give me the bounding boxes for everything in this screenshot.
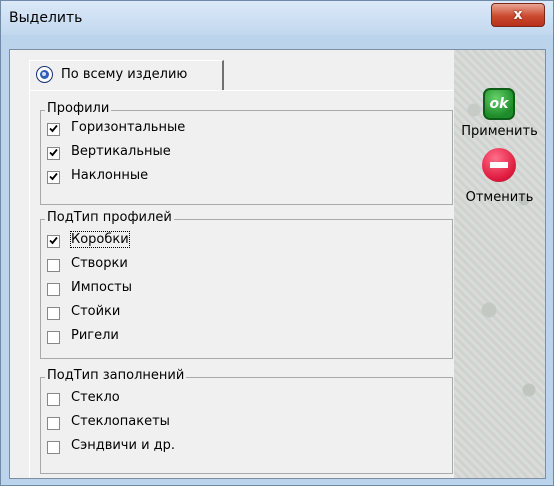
tab-label: По всему изделию [61, 67, 188, 82]
group-profiles-title: Профили [45, 101, 112, 116]
checkmark-icon [49, 124, 58, 133]
checkbox-box[interactable] [47, 393, 60, 406]
checkbox-box[interactable] [47, 235, 60, 248]
close-button[interactable]: x [491, 3, 545, 27]
checkbox-box[interactable] [47, 123, 60, 136]
title-bar: Выделить x [1, 1, 553, 35]
group-profile-subtypes-title: ПодТип профилей [45, 210, 174, 225]
checkbox-box[interactable] [47, 331, 60, 344]
tab-page: Профили Горизонтальные Вертикальные Накл… [29, 90, 454, 478]
cancel-button[interactable]: Отменить [454, 148, 545, 212]
group-profile-subtypes: ПодТип профилей Коробки Створки Импосты [40, 210, 453, 359]
window-title: Выделить [9, 10, 83, 26]
checkmark-icon [49, 148, 58, 157]
tab-strip: По всему изделию [10, 50, 454, 91]
checkbox-box[interactable] [47, 147, 60, 160]
checkbox-box[interactable] [47, 441, 60, 454]
apply-label: Применить [461, 124, 538, 139]
checkbox-label: Стеклопакеты [71, 414, 170, 429]
group-filling-subtypes-title: ПодТип заполнений [45, 368, 187, 383]
action-sidebar: ok Применить Отменить [454, 50, 545, 478]
cancel-icon [482, 148, 516, 182]
checkbox-box[interactable] [47, 417, 60, 430]
checkbox-box[interactable] [47, 259, 60, 272]
checkbox-label: Стекло [71, 390, 120, 405]
checkbox-label: Коробки [70, 231, 130, 248]
checkbox-label: Импосты [71, 280, 132, 295]
disc-icon [36, 66, 53, 83]
group-filling-subtypes: ПодТип заполнений Стекло Стеклопакеты Сэ… [40, 368, 453, 474]
select-dialog: Выделить x По всему изделию Профили Гори… [0, 0, 554, 486]
checkbox-label: Горизонтальные [71, 120, 186, 135]
apply-button[interactable]: ok Применить [454, 88, 545, 150]
checkmark-icon [49, 172, 58, 181]
checkbox-label: Стойки [71, 304, 121, 319]
checkbox-label: Сэндвичи и др. [71, 438, 176, 453]
options-panel: По всему изделию Профили Горизонтальные … [10, 50, 454, 478]
checkbox-label: Вертикальные [71, 144, 171, 159]
ok-icon: ok [483, 88, 515, 120]
checkbox-box[interactable] [47, 307, 60, 320]
checkbox-box[interactable] [47, 283, 60, 296]
checkmark-icon [49, 236, 58, 245]
checkbox-label: Створки [71, 256, 128, 271]
tab-whole-product[interactable]: По всему изделию [29, 60, 224, 91]
group-profiles: Профили Горизонтальные Вертикальные Накл… [40, 101, 453, 205]
dialog-client-area: По всему изделию Профили Горизонтальные … [9, 49, 546, 479]
checkbox-label: Ригели [71, 328, 119, 343]
checkbox-box[interactable] [47, 171, 60, 184]
checkbox-label: Наклонные [71, 168, 149, 183]
cancel-label: Отменить [465, 190, 534, 205]
